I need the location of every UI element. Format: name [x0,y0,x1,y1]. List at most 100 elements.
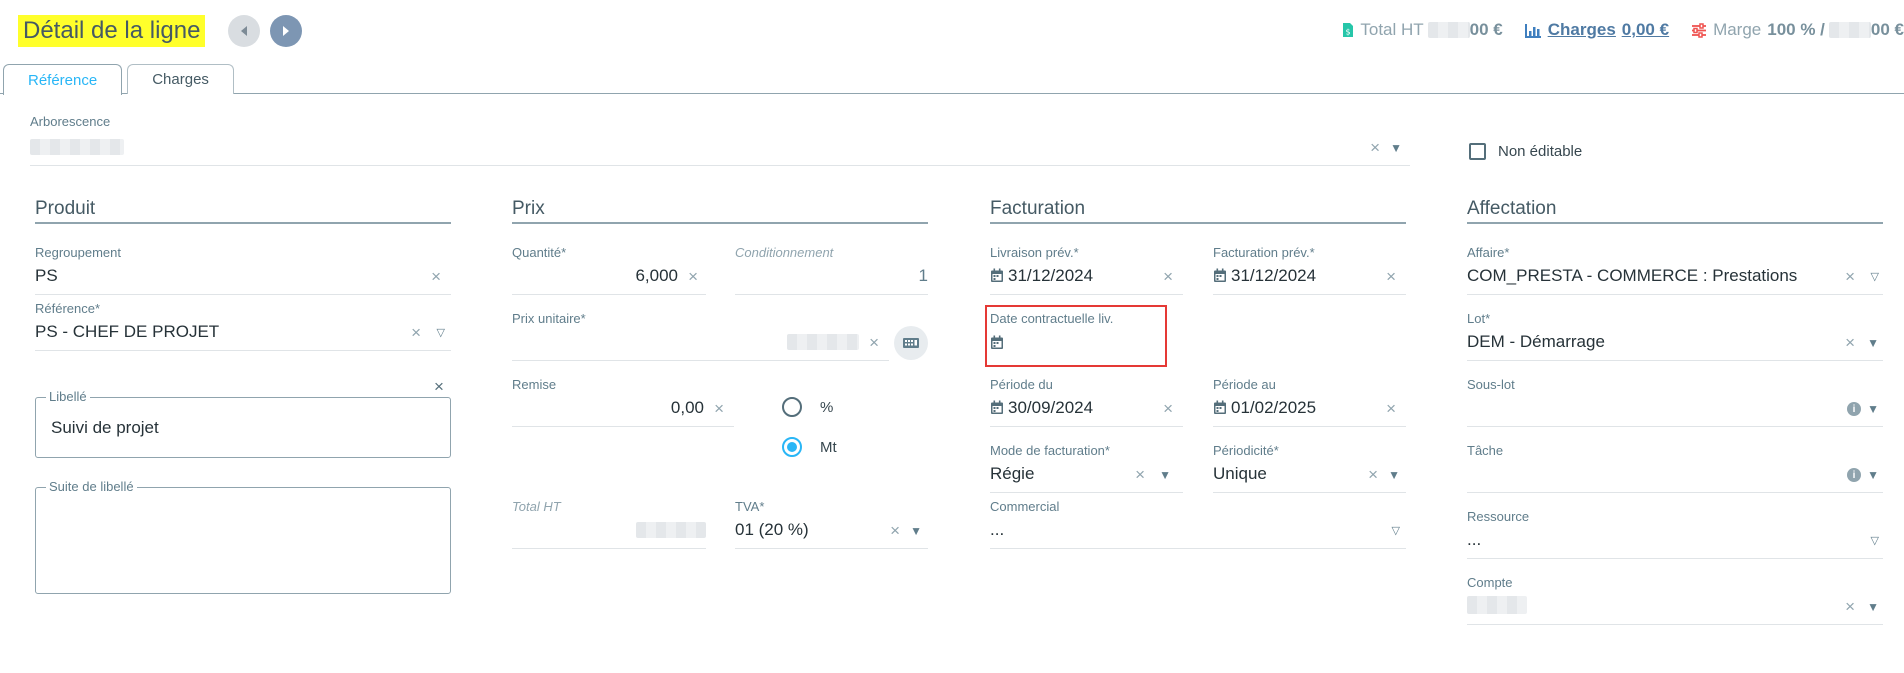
mode-facturation-value: Régie [990,464,1035,483]
suite-libelle-textarea[interactable]: Suite de libellé [35,479,451,594]
lot-clear-icon[interactable]: × [1845,334,1855,352]
remise-mode-percent-radio[interactable]: % [782,397,833,417]
section-title-facturation: Facturation [990,198,1406,224]
reference-clear-icon[interactable]: × [411,324,421,342]
sous-lot-label: Sous-lot [1467,377,1515,392]
affaire-clear-icon[interactable]: × [1845,268,1855,286]
ressource-caret-down-icon[interactable]: ▽ [1871,532,1879,550]
non-editable-label: Non éditable [1498,143,1583,160]
charges-label: Charges [1547,20,1616,39]
tab-bar: Référence Charges [3,64,239,95]
compte-caret-down-icon[interactable]: ▼ [1867,598,1879,616]
checkbox-box[interactable] [1469,143,1486,160]
reference-field[interactable]: Référence* PS - CHEF DE PROJET × ▽ [35,301,451,351]
title-bar: Détail de la ligne [18,15,303,47]
compte-clear-icon[interactable]: × [1845,598,1855,616]
remise-mode-amount-radio[interactable]: Mt [782,437,837,457]
arborescence-field[interactable]: Arborescence × ▼ [30,114,1410,166]
total-ht-label: Total HT [1360,20,1424,39]
calendar-icon[interactable] [1213,268,1227,283]
remise-clear-icon[interactable]: × [714,400,724,418]
calendar-icon[interactable] [990,268,1004,283]
libelle-clear-icon[interactable]: × [434,377,444,397]
calendar-icon[interactable] [990,400,1004,415]
tab-reference[interactable]: Référence [3,64,123,95]
livraison-prev-field[interactable]: Livraison prév.* 31/12/2024 × [990,245,1183,295]
quantite-field[interactable]: Quantité* 6,000 × [512,245,706,295]
affaire-field[interactable]: Affaire* COM_PRESTA - COMMERCE : Prestat… [1467,245,1883,295]
tva-clear-icon[interactable]: × [890,522,900,540]
prix-unitaire-field[interactable]: Prix unitaire* × [512,311,889,361]
periode-au-label: Période au [1213,377,1276,392]
libelle-label: Libellé [46,389,90,404]
chevron-right-icon [283,26,290,36]
sous-lot-field[interactable]: Sous-lot i ▼ [1467,377,1883,427]
sliders-icon [1691,22,1707,38]
non-editable-checkbox[interactable]: Non éditable [1469,143,1582,160]
total-ht-field: Total HT [512,499,706,549]
arborescence-label: Arborescence [30,114,111,129]
charges-link[interactable]: Charges 0,00 € [1524,20,1669,40]
compte-field[interactable]: Compte × ▼ [1467,575,1883,625]
remise-field[interactable]: Remise 0,00 × [512,377,734,427]
svg-text:$: $ [1346,28,1351,37]
periodicite-caret-down-icon[interactable]: ▼ [1388,466,1400,484]
commercial-caret-down-icon[interactable]: ▽ [1392,522,1400,540]
periode-du-field[interactable]: Période du 30/09/2024 × [990,377,1183,427]
livraison-prev-clear-icon[interactable]: × [1163,268,1173,286]
periode-au-value-wrap: 01/02/2025 [1213,398,1316,418]
next-line-button[interactable] [270,15,303,47]
radio-circle-checked[interactable] [782,437,802,457]
periode-au-clear-icon[interactable]: × [1386,400,1396,418]
quantite-clear-icon[interactable]: × [688,268,698,286]
tva-field[interactable]: TVA* 01 (20 %) × ▼ [735,499,928,549]
info-icon[interactable]: i [1847,468,1861,482]
commercial-field[interactable]: Commercial ... ▽ [990,499,1406,549]
tab-charges[interactable]: Charges [127,64,234,94]
arborescence-caret-down-icon[interactable]: ▼ [1390,139,1402,157]
marge-value: 100 % / [1767,20,1825,39]
mode-facturation-field[interactable]: Mode de facturation* Régie × ▼ [990,443,1183,493]
tache-field[interactable]: Tâche i ▼ [1467,443,1883,493]
periode-au-field[interactable]: Période au 01/02/2025 × [1213,377,1406,427]
periode-du-clear-icon[interactable]: × [1163,400,1173,418]
calculator-button[interactable] [894,326,928,360]
periodicite-clear-icon[interactable]: × [1368,466,1378,484]
calendar-icon[interactable] [1213,400,1227,415]
periodicite-label: Périodicité* [1213,443,1279,458]
mode-facturation-clear-icon[interactable]: × [1135,466,1145,484]
regroupement-field[interactable]: Regroupement PS × [35,245,451,295]
remise-mode-amount-label: Mt [820,438,837,456]
calculator-icon [903,338,919,348]
info-icon[interactable]: i [1847,402,1861,416]
arborescence-clear-icon[interactable]: × [1370,139,1380,157]
tva-value: 01 (20 %) [735,520,809,539]
tva-caret-down-icon[interactable]: ▼ [910,522,922,540]
facturation-prev-clear-icon[interactable]: × [1386,268,1396,286]
sous-lot-caret-down-icon[interactable]: ▼ [1867,400,1879,418]
regroupement-clear-icon[interactable]: × [431,268,441,286]
ressource-label: Ressource [1467,509,1530,524]
tab-underline [0,93,1904,94]
affaire-caret-down-icon[interactable]: ▽ [1871,268,1879,286]
lot-caret-down-icon[interactable]: ▼ [1867,334,1879,352]
facturation-prev-field[interactable]: Facturation prév.* 31/12/2024 × [1213,245,1406,295]
tache-caret-down-icon[interactable]: ▼ [1867,466,1879,484]
total-ht-field-value-redacted [636,522,706,538]
libelle-textbox[interactable]: Libellé Suivi de projet [35,389,451,458]
radio-circle[interactable] [782,397,802,417]
previous-line-button[interactable] [228,15,261,47]
reference-caret-down-icon[interactable]: ▽ [437,324,445,342]
periodicite-field[interactable]: Périodicité* Unique × ▼ [1213,443,1406,493]
prix-unitaire-clear-icon[interactable]: × [869,334,879,352]
remise-value: 0,00 [670,398,704,417]
facturation-prev-label: Facturation prév.* [1213,245,1315,260]
bar-chart-icon [1524,23,1542,38]
periodicite-value: Unique [1213,464,1267,483]
ressource-field[interactable]: Ressource ... ▽ [1467,509,1883,559]
annotation-highlight-box [985,305,1167,367]
chevron-left-icon [241,26,248,36]
lot-field[interactable]: Lot* DEM - Démarrage × ▼ [1467,311,1883,361]
total-ht-summary: $ Total HT 00 € [1342,20,1503,40]
mode-facturation-caret-down-icon[interactable]: ▼ [1159,466,1171,484]
